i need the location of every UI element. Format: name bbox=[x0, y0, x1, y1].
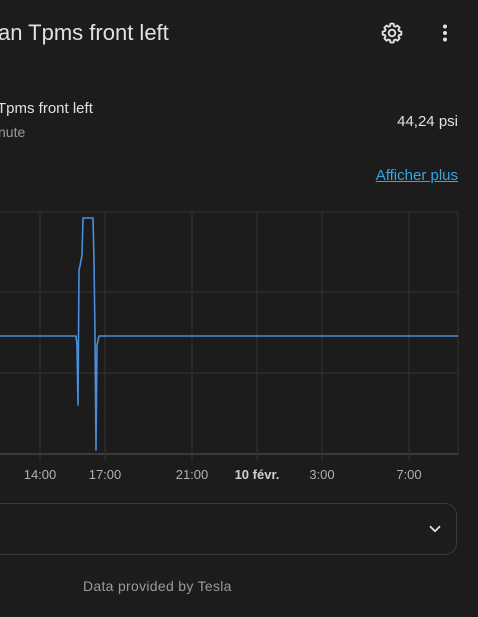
dialog-title: an Tpms front left bbox=[0, 20, 169, 45]
x-tick-label: 3:00 bbox=[309, 467, 334, 482]
chart-x-axis: 14:00 17:00 21:00 10 févr. 3:00 7:00 bbox=[24, 467, 422, 482]
chevron-down-icon bbox=[429, 525, 441, 533]
chart-series bbox=[0, 217, 458, 451]
entity-state-row: Tpms front left nute 44,24 psi bbox=[0, 96, 478, 146]
settings-button[interactable] bbox=[376, 17, 408, 49]
series-line bbox=[0, 217, 458, 451]
x-tick-label: 10 févr. bbox=[235, 467, 280, 482]
attributes-expander[interactable] bbox=[0, 503, 457, 555]
history-chart[interactable]: 14:00 17:00 21:00 10 févr. 3:00 7:00 bbox=[0, 200, 478, 490]
more-options-button[interactable] bbox=[429, 17, 461, 49]
entity-value: 44,24 psi bbox=[397, 113, 458, 130]
show-more-link[interactable]: Afficher plus bbox=[376, 167, 458, 184]
dialog-header: an Tpms front left bbox=[0, 0, 478, 66]
entity-last-changed: nute bbox=[0, 124, 26, 140]
attribution-text: Data provided by Tesla bbox=[83, 578, 232, 594]
x-tick-label: 7:00 bbox=[396, 467, 421, 482]
entity-name: Tpms front left bbox=[0, 100, 93, 117]
x-tick-label: 17:00 bbox=[89, 467, 122, 482]
x-tick-label: 21:00 bbox=[176, 467, 209, 482]
x-tick-label: 14:00 bbox=[24, 467, 57, 482]
dots-vertical-icon bbox=[443, 24, 447, 42]
more-info-dialog: an Tpms front left Tpms front left nute … bbox=[0, 0, 478, 617]
gear-icon bbox=[381, 22, 403, 44]
